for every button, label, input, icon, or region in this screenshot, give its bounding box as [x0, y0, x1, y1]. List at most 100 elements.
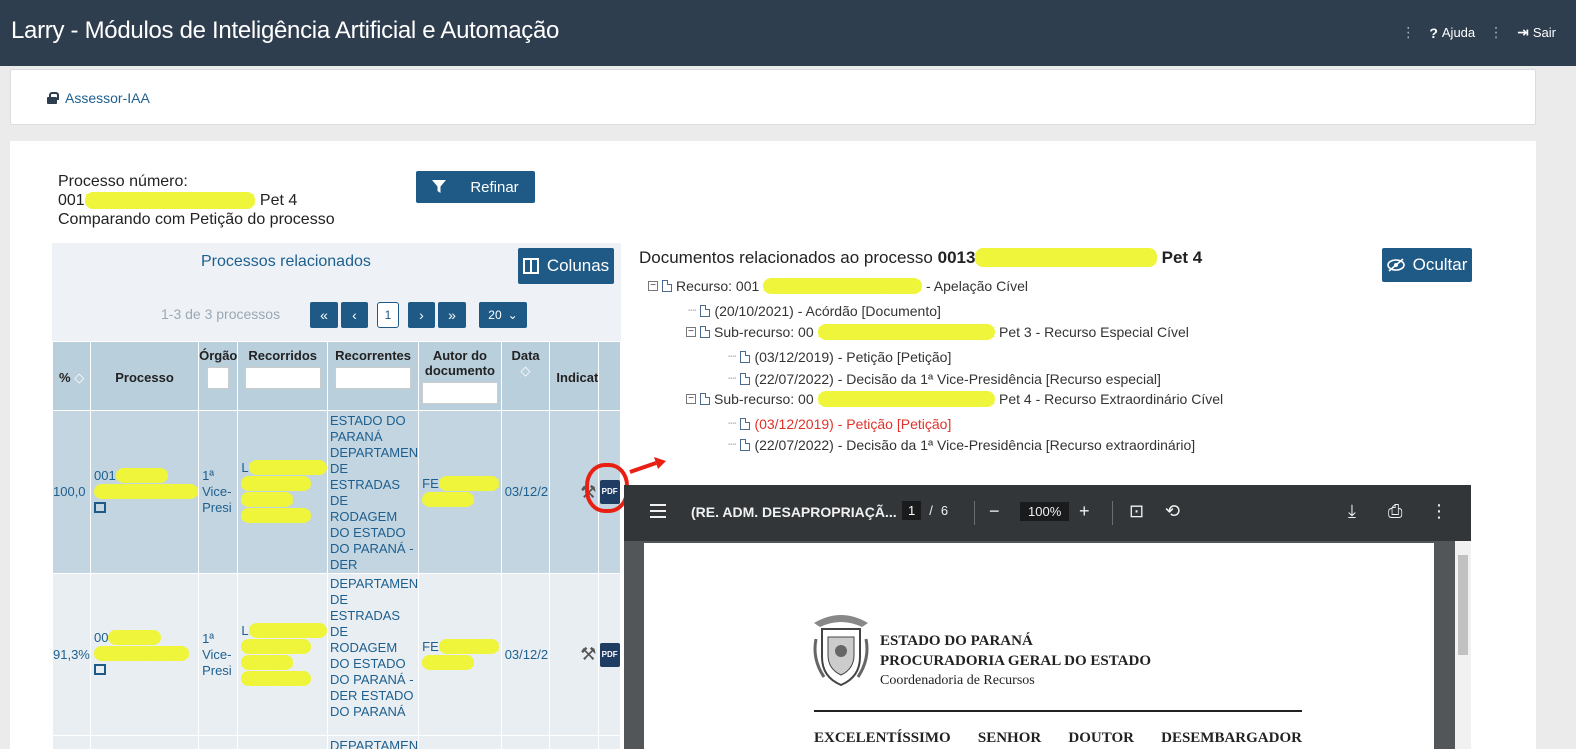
- first-page-button[interactable]: «: [310, 302, 338, 328]
- row-data: [500, 735, 551, 749]
- print-icon[interactable]: ⎙: [1388, 501, 1402, 522]
- tree-node-text: Sub-recurso: 00: [714, 324, 814, 340]
- table-row[interactable]: 91,3% 00XXXXXX XXXXXXXXXXX 1ª Vice-Presi …: [52, 573, 621, 736]
- row-autor-text: FE: [422, 638, 439, 654]
- page-size-select[interactable]: 20 ⌄: [479, 302, 527, 328]
- open-window-icon[interactable]: [94, 664, 107, 675]
- collapse-icon[interactable]: −: [686, 394, 696, 404]
- col-processo[interactable]: Processo: [90, 341, 200, 411]
- redacted-highlight: XXXXXXXXXXXXXXXXXXX: [817, 391, 996, 407]
- comparing-text: Comparando com Petição do processo: [58, 211, 335, 228]
- current-page[interactable]: 1: [377, 302, 399, 328]
- columns-icon: [522, 258, 539, 274]
- rotate-icon[interactable]: ⟲: [1165, 501, 1180, 522]
- redacted-highlight: XXXXXXXXX: [248, 460, 327, 475]
- pdf-icon[interactable]: PDF: [599, 642, 620, 667]
- document-icon: [740, 438, 751, 451]
- salutation-word: SENHOR: [977, 730, 1042, 746]
- fit-page-icon[interactable]: ⊡: [1129, 501, 1144, 522]
- table-row[interactable]: DEPARTAMEN: [52, 735, 621, 749]
- refine-button[interactable]: Refinar: [416, 171, 535, 203]
- tree-connector: ┈: [728, 436, 737, 452]
- process-label: Processo número:: [58, 173, 188, 190]
- tree-node-tail: - Apelação Cível: [926, 278, 1028, 294]
- menu-icon[interactable]: [650, 504, 666, 518]
- col-recorridos: Recorridos: [237, 341, 328, 411]
- row-recorrentes: ESTADO DO PARANÁ DEPARTAMEN DE ESTRADAS …: [326, 410, 420, 574]
- document-icon: [662, 280, 672, 292]
- row-processo[interactable]: 001XXXXXX XXXXXXXXXXXX: [90, 410, 200, 574]
- zoom-level[interactable]: 100%: [1020, 502, 1070, 521]
- row-processo-text: 001: [94, 467, 116, 483]
- orgao-filter-input[interactable]: [207, 367, 230, 389]
- row-autor: FEXXXXXXX XXXXXX: [418, 573, 502, 736]
- tree-leaf-peticao-2[interactable]: ┈ (03/12/2019) - Petição [Petição]: [728, 415, 951, 432]
- hide-button[interactable]: Ocultar: [1382, 248, 1472, 282]
- autor-filter-input[interactable]: [421, 382, 498, 404]
- redacted-highlight: XXXXXX: [241, 654, 294, 670]
- row-processo-text: 00: [94, 630, 109, 645]
- breadcrumb: Assessor-IAA: [10, 69, 1536, 125]
- sort-icon: ◇: [520, 363, 531, 378]
- redacted-highlight: XXXXXXXX: [241, 638, 311, 654]
- tree-leaf-decisao-2[interactable]: ┈ (22/07/2022) - Decisão da 1ª Vice-Pres…: [728, 436, 1195, 453]
- row-processo[interactable]: 00XXXXXX XXXXXXXXXXX: [90, 573, 200, 736]
- last-page-button[interactable]: »: [438, 302, 466, 328]
- toolbar-divider: [974, 501, 975, 525]
- columns-button[interactable]: Colunas: [518, 248, 614, 284]
- col-percent[interactable]: % ◇: [52, 341, 92, 411]
- redacted-highlight: XXXXXXXXXXXXXXXXX: [763, 278, 923, 294]
- row-recorridos: [237, 735, 328, 749]
- more-options-icon[interactable]: ⋮: [1430, 501, 1448, 522]
- breadcrumb-item[interactable]: Assessor-IAA: [47, 90, 150, 106]
- refine-label: Refinar: [470, 178, 519, 196]
- download-icon[interactable]: ⤓: [1348, 501, 1356, 522]
- tree-leaf-text: (22/07/2022) - Decisão da 1ª Vice-Presid…: [754, 436, 1196, 453]
- pdf-scrollbar-thumb[interactable]: [1458, 555, 1468, 655]
- page-size-value: 20: [488, 308, 502, 322]
- tree-leaf-acordao[interactable]: ┈ (20/10/2021) - Acórdão [Documento]: [688, 302, 941, 319]
- page-input[interactable]: 1: [902, 501, 922, 520]
- top-actions: ⋮ ? Ajuda ⋮ ⇥ Sair: [1401, 24, 1556, 41]
- recorrentes-filter-input[interactable]: [335, 367, 412, 389]
- recorridos-filter-input[interactable]: [244, 367, 321, 389]
- table-row[interactable]: 100,0 001XXXXXX XXXXXXXXXXXX 1ª Vice-Pres…: [52, 410, 621, 574]
- tree-node-subrecurso-4[interactable]: − Sub-recurso: 00 XXXXXXXXXXXXXXXXXXX Pet…: [686, 391, 1223, 407]
- collapse-icon[interactable]: −: [686, 327, 696, 337]
- redacted-highlight: XXXXXXXXXXXXXXXX: [84, 192, 256, 209]
- next-page-button[interactable]: ›: [408, 302, 435, 328]
- logout-link[interactable]: ⇥ Sair: [1517, 24, 1556, 41]
- filter-icon: [432, 180, 447, 193]
- chevron-down-icon: ⌄: [507, 308, 518, 322]
- row-orgao: 1ª Vice-Presi: [198, 573, 239, 736]
- pdf-viewer: (RE. ADM. DESAPROPRIAÇÃ... 1 / 6 − 100% …: [624, 485, 1471, 749]
- collapse-icon[interactable]: −: [648, 281, 658, 291]
- col-data[interactable]: Data ◇: [500, 341, 551, 411]
- tree-leaf-decisao-1[interactable]: ┈ (22/07/2022) - Decisão da 1ª Vice-Pres…: [728, 370, 1161, 387]
- row-indicators: ⚒: [549, 573, 600, 736]
- prev-page-button[interactable]: ‹: [341, 302, 368, 328]
- help-icon: ?: [1429, 24, 1438, 41]
- tree-leaf-peticao-1[interactable]: ┈ (03/12/2019) - Petição [Petição]: [728, 348, 951, 365]
- related-title: Processos relacionados: [201, 253, 371, 270]
- tree-node-subrecurso-3[interactable]: − Sub-recurso: 00 XXXXXXXXXXXXXXXXXXX Pet…: [686, 324, 1189, 340]
- header-line-1: ESTADO DO PARANÁ: [880, 633, 1033, 649]
- open-window-icon[interactable]: [94, 501, 107, 513]
- gavel-icon[interactable]: ⚒: [580, 644, 596, 664]
- row-data: 03/12/2: [500, 573, 551, 736]
- pdf-toolbar: (RE. ADM. DESAPROPRIAÇÃ... 1 / 6 − 100% …: [624, 485, 1471, 541]
- zoom-out-icon[interactable]: −: [989, 501, 1000, 522]
- row-orgao: [198, 735, 239, 749]
- redacted-highlight: XXXXXX: [108, 630, 161, 645]
- row-percent: 100,0: [52, 410, 92, 574]
- zoom-in-icon[interactable]: +: [1079, 501, 1090, 522]
- row-recorridos-text: L: [241, 622, 249, 638]
- redacted-highlight: XXXXXXXXXXXXXXXXXXX: [817, 324, 996, 340]
- row-autor: [418, 735, 502, 749]
- row-indicators: [549, 735, 600, 749]
- redacted-highlight: XXXXXXX: [438, 476, 500, 491]
- tree-node-recurso[interactable]: − Recurso: 001 XXXXXXXXXXXXXXXXX - Apelaçã…: [648, 278, 1028, 294]
- toolbar-divider: [1112, 501, 1113, 525]
- col-data-label: Data: [511, 348, 540, 363]
- help-link[interactable]: ? Ajuda: [1429, 25, 1475, 41]
